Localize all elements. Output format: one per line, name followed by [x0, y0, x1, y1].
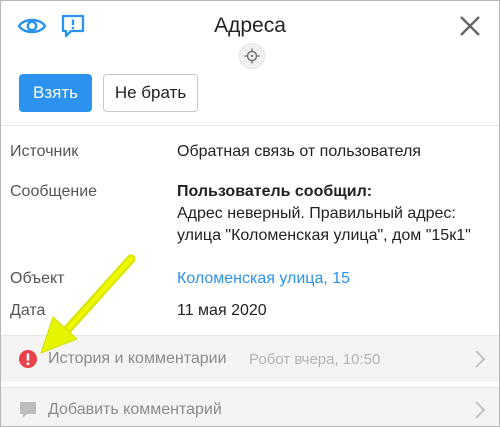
message-value: Пользователь сообщил: Адрес неверный. Пр…: [177, 181, 491, 247]
date-label: Дата: [10, 302, 46, 319]
take-button[interactable]: Взять: [19, 74, 92, 112]
skip-button[interactable]: Не брать: [103, 74, 198, 112]
add-comment-label: Добавить комментарий: [48, 400, 222, 418]
close-icon[interactable]: [457, 13, 483, 39]
comment-icon: [18, 400, 38, 420]
source-label: Источник: [10, 143, 79, 160]
add-comment-item[interactable]: Добавить комментарий: [1, 387, 499, 426]
chevron-right-icon: [473, 400, 487, 420]
message-line-1: Адрес неверный. Правильный адрес:: [177, 205, 456, 222]
date-value: 11 мая 2020: [177, 302, 267, 319]
address-panel: Адреса Взять Не брать Источник Обратная …: [0, 0, 500, 427]
alert-icon: [18, 349, 38, 369]
action-buttons: Взять Не брать: [19, 74, 198, 112]
message-line-2: улица "Коломенская улица", дом "15к1": [177, 227, 471, 244]
object-link[interactable]: Коломенская улица, 15: [177, 268, 491, 290]
target-icon[interactable]: [239, 43, 265, 69]
source-value: Обратная связь от пользователя: [177, 143, 421, 160]
date-row: Дата 11 мая 2020: [1, 300, 499, 330]
panel-title: Адреса: [214, 14, 286, 37]
divider: [1, 125, 499, 126]
history-item[interactable]: История и комментарии Робот вчера, 10:50: [1, 335, 499, 382]
message-label: Сообщение: [10, 183, 98, 200]
history-label: История и комментарии: [48, 350, 227, 367]
history-meta: Робот вчера, 10:50: [249, 350, 381, 368]
chevron-right-icon: [473, 349, 487, 369]
message-title: Пользователь сообщил:: [177, 183, 373, 200]
object-label: Объект: [10, 270, 65, 287]
